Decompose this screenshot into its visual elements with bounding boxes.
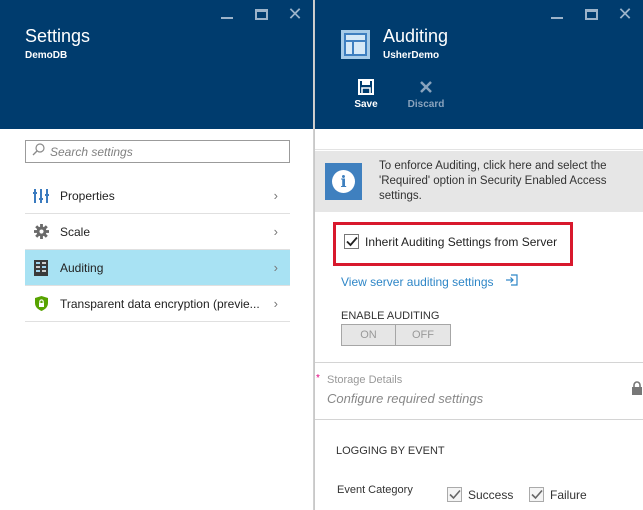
- checkbox-checked-icon[interactable]: [344, 234, 359, 249]
- failure-label: Failure: [550, 487, 587, 502]
- toggle-off-option[interactable]: OFF: [396, 324, 451, 346]
- menu-item-label: Auditing: [60, 260, 104, 275]
- properties-icon: [33, 188, 49, 204]
- server-link-label: View server auditing settings: [341, 274, 494, 289]
- checkbox-checked-icon[interactable]: [447, 487, 462, 502]
- auditing-icon: [33, 259, 49, 276]
- external-link-icon: [505, 274, 518, 289]
- discard-icon: [402, 78, 450, 96]
- info-banner[interactable]: i To enforce Auditing, click here and se…: [315, 151, 643, 212]
- minimize-icon[interactable]: [547, 6, 567, 22]
- auditing-subtitle: UsherDemo: [383, 50, 440, 61]
- chevron-right-icon: ›: [273, 296, 278, 311]
- lock-icon: [631, 381, 643, 400]
- settings-title: Settings: [25, 26, 91, 46]
- auditing-blade: ✕ Auditing UsherDemo Save Discard i To e…: [314, 0, 643, 510]
- inherit-auditing-checkbox[interactable]: Inherit Auditing Settings from Server: [344, 234, 557, 249]
- info-icon: i: [325, 163, 362, 200]
- maximize-icon[interactable]: [581, 6, 601, 22]
- save-icon: [342, 78, 390, 96]
- close-icon[interactable]: ✕: [615, 5, 635, 23]
- settings-subtitle: DemoDB: [25, 50, 68, 61]
- success-checkbox[interactable]: Success: [447, 487, 513, 502]
- settings-menu: Properties › Scale › Auditing › Transpar…: [25, 178, 290, 322]
- menu-item-transparent-data-encryption[interactable]: Transparent data encryption (previe... ›: [25, 286, 290, 322]
- enable-auditing-toggle: ON OFF: [341, 324, 451, 346]
- logging-by-event-title: LOGGING BY EVENT: [336, 445, 445, 457]
- enable-auditing-label: ENABLE AUDITING: [341, 310, 440, 322]
- checkbox-checked-icon[interactable]: [529, 487, 544, 502]
- failure-checkbox[interactable]: Failure: [529, 487, 587, 502]
- auditing-header: ✕ Auditing UsherDemo Save Discard: [315, 0, 643, 129]
- auditing-blade-icon: [341, 30, 370, 59]
- maximize-icon[interactable]: [251, 6, 271, 22]
- info-text: To enforce Auditing, click here and sele…: [379, 160, 607, 202]
- discard-label: Discard: [407, 99, 445, 110]
- search-icon: [32, 142, 45, 161]
- auditing-content: i To enforce Auditing, click here and se…: [315, 129, 643, 510]
- search-settings-input[interactable]: [50, 144, 280, 159]
- close-icon[interactable]: ✕: [285, 5, 305, 23]
- chevron-right-icon: ›: [273, 260, 278, 275]
- storage-details-label: Storage Details: [327, 374, 403, 386]
- search-settings-box[interactable]: [25, 140, 290, 163]
- divider: [315, 419, 643, 420]
- auditing-window-controls: ✕: [547, 5, 635, 23]
- divider: [315, 149, 643, 150]
- menu-item-properties[interactable]: Properties ›: [25, 178, 290, 214]
- discard-button[interactable]: Discard: [402, 78, 450, 110]
- divider: [315, 362, 643, 363]
- settings-header: ✕ Settings DemoDB: [0, 0, 313, 129]
- inherit-auditing-label: Inherit Auditing Settings from Server: [365, 234, 558, 249]
- auditing-title: Auditing: [383, 26, 449, 46]
- settings-window-controls: ✕: [217, 5, 305, 23]
- chevron-right-icon: ›: [273, 224, 278, 239]
- gear-icon: [33, 224, 49, 240]
- view-server-auditing-link[interactable]: View server auditing settings: [341, 274, 518, 289]
- toggle-on-option[interactable]: ON: [341, 324, 396, 346]
- highlight-box: Inherit Auditing Settings from Server: [333, 222, 573, 266]
- menu-item-label: Scale: [60, 224, 91, 239]
- success-label: Success: [468, 487, 514, 502]
- menu-item-auditing[interactable]: Auditing ›: [25, 250, 290, 286]
- required-marker: *: [316, 373, 320, 384]
- settings-blade: ✕ Settings DemoDB Properties ›: [0, 0, 313, 510]
- menu-item-label: Transparent data encryption (previe...: [60, 296, 260, 311]
- chevron-right-icon: ›: [273, 188, 278, 203]
- save-button[interactable]: Save: [342, 78, 390, 110]
- storage-details-field[interactable]: Configure required settings: [327, 391, 483, 406]
- save-label: Save: [354, 99, 378, 110]
- shield-lock-icon: [33, 296, 49, 312]
- event-category-label: Event Category: [337, 484, 413, 496]
- menu-item-label: Properties: [60, 188, 115, 203]
- minimize-icon[interactable]: [217, 6, 237, 22]
- menu-item-scale[interactable]: Scale ›: [25, 214, 290, 250]
